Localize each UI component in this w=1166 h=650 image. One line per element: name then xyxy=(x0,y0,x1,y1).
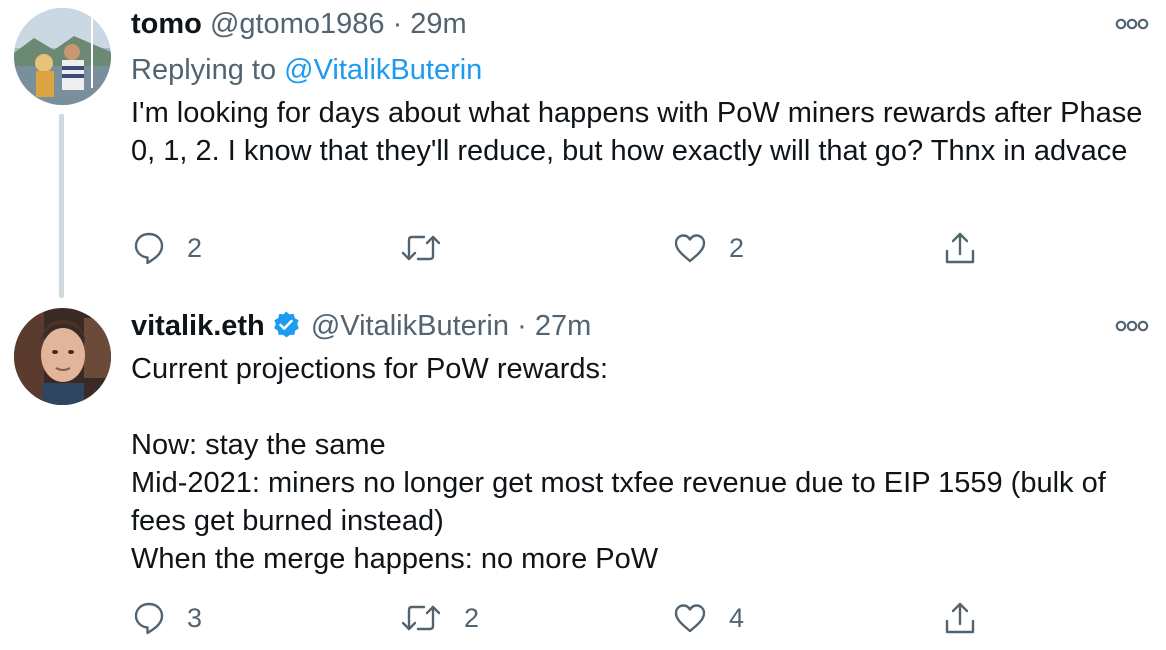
user-handle[interactable]: @VitalikButerin xyxy=(311,310,509,342)
reply-count: 2 xyxy=(187,232,203,263)
more-icon xyxy=(1115,18,1149,30)
avatar[interactable] xyxy=(14,308,111,405)
heart-icon xyxy=(674,234,706,263)
like-count: 2 xyxy=(729,232,745,263)
share-button[interactable] xyxy=(943,598,977,638)
share-icon xyxy=(945,232,975,264)
tweet-text: Current projections for PoW rewards: Now… xyxy=(131,353,1106,575)
like-button[interactable]: 2 xyxy=(673,228,744,268)
display-name[interactable]: tomo xyxy=(131,8,202,40)
tweet[interactable]: vitalik.eth @VitalikButerin · 27m Curren… xyxy=(0,290,1166,650)
like-count: 4 xyxy=(729,602,745,633)
timestamp[interactable]: 29m xyxy=(410,8,466,40)
more-button[interactable] xyxy=(1114,316,1150,336)
reply-count: 3 xyxy=(187,602,203,633)
retweet-button[interactable] xyxy=(400,228,464,268)
retweet-icon xyxy=(401,605,441,631)
share-icon xyxy=(945,602,975,634)
user-handle[interactable]: @gtomo1986 xyxy=(210,8,385,40)
replying-to: Replying to @VitalikButerin xyxy=(131,52,482,88)
mention-link[interactable]: @VitalikButerin xyxy=(284,54,482,86)
timestamp[interactable]: 27m xyxy=(535,310,591,342)
reply-icon xyxy=(134,232,164,265)
separator: · xyxy=(517,310,527,342)
display-name[interactable]: vitalik.eth xyxy=(131,310,265,342)
tweet-text: I'm looking for days about what happens … xyxy=(131,97,1151,167)
tweet-actions: 2 2 xyxy=(0,228,1166,268)
separator: · xyxy=(392,8,403,40)
retweet-button[interactable]: 2 xyxy=(400,598,479,638)
verified-badge-icon xyxy=(271,310,301,349)
retweet-count: 2 xyxy=(464,602,480,633)
more-button[interactable] xyxy=(1114,14,1150,34)
tweet[interactable]: tomo @gtomo1986 · 29m Replying to @Vital… xyxy=(0,0,1166,298)
like-button[interactable]: 4 xyxy=(673,598,744,638)
reply-button[interactable]: 3 xyxy=(133,598,202,638)
reply-icon xyxy=(134,602,164,635)
more-icon xyxy=(1115,320,1149,332)
tweet-header: vitalik.eth @VitalikButerin · 27m xyxy=(131,308,591,349)
thread-line xyxy=(59,114,64,298)
reply-button[interactable]: 2 xyxy=(133,228,202,268)
heart-icon xyxy=(674,604,706,633)
share-button[interactable] xyxy=(943,228,977,268)
avatar[interactable] xyxy=(14,8,111,105)
replying-prefix: Replying to xyxy=(131,54,277,86)
tweet-actions: 3 2 4 xyxy=(0,598,1166,638)
retweet-icon xyxy=(401,235,441,261)
tweet-header: tomo @gtomo1986 · 29m xyxy=(131,6,467,42)
